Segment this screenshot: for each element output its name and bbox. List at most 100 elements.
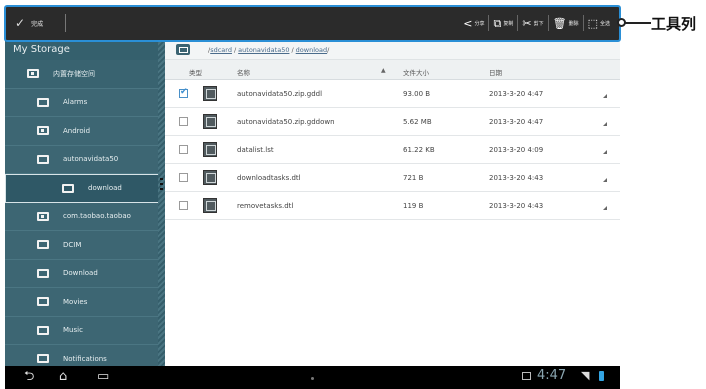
row-menu-corner-icon[interactable] <box>603 122 607 126</box>
file-name: autonavidata50.zip.gddl <box>237 90 323 98</box>
column-name[interactable]: 名称 <box>237 67 250 77</box>
column-date[interactable]: 日期 <box>489 67 502 77</box>
status-clock: 4:47 <box>537 368 567 383</box>
file-icon <box>203 142 217 157</box>
folder-icon <box>62 183 74 193</box>
sidebar-item-alarms[interactable]: Alarms <box>5 89 165 117</box>
sidebar-item-music[interactable]: Music <box>5 317 165 345</box>
file-name: removetasks.dtl <box>237 202 294 210</box>
callout-dot <box>617 18 626 27</box>
sidebar-item-download[interactable]: download <box>5 174 165 203</box>
folder-icon <box>37 297 49 307</box>
sidebar-item-label: Alarms <box>63 98 88 107</box>
back-icon[interactable]: ⮌ <box>24 369 34 385</box>
file-date: 2013-3-20 4:47 <box>489 118 544 126</box>
table-row[interactable]: datalist.lst 61.22 KB 2013-3-20 4:09 <box>165 136 620 164</box>
sidebar-item-autonavidata50[interactable]: autonavidata50 <box>5 146 165 174</box>
storage-icon[interactable] <box>176 44 190 55</box>
breadcrumb-suffix: / <box>327 45 330 54</box>
recent-apps-icon[interactable]: ▭ <box>97 369 109 385</box>
sidebar-item-label: DCIM <box>63 240 82 249</box>
storage-icon <box>27 69 39 79</box>
folder-icon <box>37 354 49 364</box>
table-row[interactable]: removetasks.dtl 119 B 2013-3-20 4:43 <box>165 192 620 220</box>
sidebar-item-label: com.taobao.taobao <box>63 212 131 221</box>
row-checkbox[interactable] <box>179 145 188 154</box>
sidebar-item-label: 内置存储空间 <box>53 69 95 78</box>
sidebar-item-label: download <box>88 184 122 193</box>
screenshot-root: ✓ 完成 < 分享 ⧉ 复制 ✂ 剪下 🗑 删除 ⬚ 全选 My Storage 内置存储空间 Al… <box>0 0 706 389</box>
row-menu-corner-icon[interactable] <box>603 178 607 182</box>
table-row[interactable]: autonavidata50.zip.gddl 93.00 B 2013-3-20 … <box>165 80 620 108</box>
file-date: 2013-3-20 4:47 <box>489 90 544 98</box>
sidebar-item-label: Android <box>63 126 91 135</box>
row-menu-corner-icon[interactable] <box>603 150 607 154</box>
sidebar-item-label: Download <box>63 269 98 278</box>
sidebar-item-download[interactable]: Download <box>5 260 165 288</box>
row-menu-corner-icon[interactable] <box>603 94 607 98</box>
sidebar-item-label: Music <box>63 326 83 335</box>
file-icon <box>203 198 217 213</box>
sidebar-item-label: autonavidata50 <box>63 155 119 164</box>
breadcrumb-link[interactable]: autonavidata50 <box>238 46 289 54</box>
sidebar-item-label: Movies <box>63 297 88 306</box>
table-row[interactable]: downloadtasks.dtl 721 B 2013-3-20 4:43 <box>165 164 620 192</box>
column-size[interactable]: 文件大小 <box>403 67 429 77</box>
file-date: 2013-3-20 4:43 <box>489 202 544 210</box>
row-checkbox[interactable] <box>179 173 188 182</box>
folder-icon <box>37 126 49 136</box>
sidebar-title: My Storage <box>5 40 165 60</box>
breadcrumb-separator: / <box>233 45 237 54</box>
file-size: 721 B <box>403 174 424 182</box>
row-checkbox[interactable] <box>179 117 188 126</box>
breadcrumb-segments: sdcard / autonavidata50/download <box>210 46 327 54</box>
gallery-notification-icon[interactable] <box>522 372 531 380</box>
column-type[interactable]: 类型 <box>189 67 202 77</box>
folder-icon <box>37 211 49 221</box>
wifi-icon: ◥ <box>581 369 590 382</box>
file-icon <box>203 170 217 185</box>
storage-sidebar: My Storage 内置存储空间 Alarms Android autonavida… <box>5 40 165 366</box>
folder-icon <box>37 268 49 278</box>
file-icon <box>203 86 217 101</box>
sidebar-item-dcim[interactable]: DCIM <box>5 231 165 260</box>
sidebar-item-internal-storage[interactable]: 内置存储空间 <box>5 60 165 89</box>
sidebar-item-android[interactable]: Android <box>5 117 165 146</box>
sidebar-splitter[interactable] <box>158 40 165 366</box>
sidebar-item-notifications[interactable]: Notifications <box>5 345 165 366</box>
row-checkbox[interactable] <box>179 87 188 98</box>
file-name: datalist.lst <box>237 146 274 154</box>
sort-ascending-icon[interactable]: ▲ <box>381 67 386 74</box>
breadcrumb-separator: / <box>291 45 294 54</box>
file-name: downloadtasks.dtl <box>237 174 301 182</box>
home-icon[interactable]: ⌂ <box>59 369 67 385</box>
breadcrumb-link[interactable]: download <box>296 46 327 54</box>
file-date: 2013-3-20 4:09 <box>489 146 544 154</box>
file-name: autonavidata50.zip.gddown <box>237 118 335 126</box>
table-row[interactable]: autonavidata50.zip.gddown 5.62 MB 2013-3-2… <box>165 108 620 136</box>
file-size: 5.62 MB <box>403 118 432 126</box>
sidebar-item-label: Notifications <box>63 354 107 363</box>
folder-tree: 内置存储空间 Alarms Android autonavidata50 downloa… <box>5 60 165 366</box>
battery-icon <box>599 371 604 381</box>
row-checkbox[interactable] <box>179 201 188 210</box>
file-list-panel: / sdcard / autonavidata50/download / 类型 名称… <box>165 40 620 366</box>
folder-icon <box>37 240 49 250</box>
toolbar-highlight-frame <box>4 5 621 42</box>
breadcrumb: / sdcard / autonavidata50/download / <box>165 40 620 60</box>
folder-icon <box>37 325 49 335</box>
splitter-handle-icon[interactable] <box>160 178 163 192</box>
system-navigation-bar: ⮌ ⌂ ▭ 4:47 ◥ <box>5 366 620 389</box>
folder-icon <box>37 154 49 164</box>
breadcrumb-link[interactable]: sdcard <box>210 46 232 54</box>
callout-label: 工具列 <box>651 15 697 33</box>
file-size: 61.22 KB <box>403 146 435 154</box>
file-date: 2013-3-20 4:43 <box>489 174 544 182</box>
sidebar-item-com-taobao-taobao[interactable]: com.taobao.taobao <box>5 203 165 231</box>
folder-icon <box>37 97 49 107</box>
nav-dot-icon <box>311 377 314 380</box>
sidebar-item-movies[interactable]: Movies <box>5 288 165 317</box>
file-icon <box>203 114 217 129</box>
tablet-screen: ✓ 完成 < 分享 ⧉ 复制 ✂ 剪下 🗑 删除 ⬚ 全选 My Storage 内置存储空间 Al… <box>5 6 620 389</box>
row-menu-corner-icon[interactable] <box>603 206 607 210</box>
